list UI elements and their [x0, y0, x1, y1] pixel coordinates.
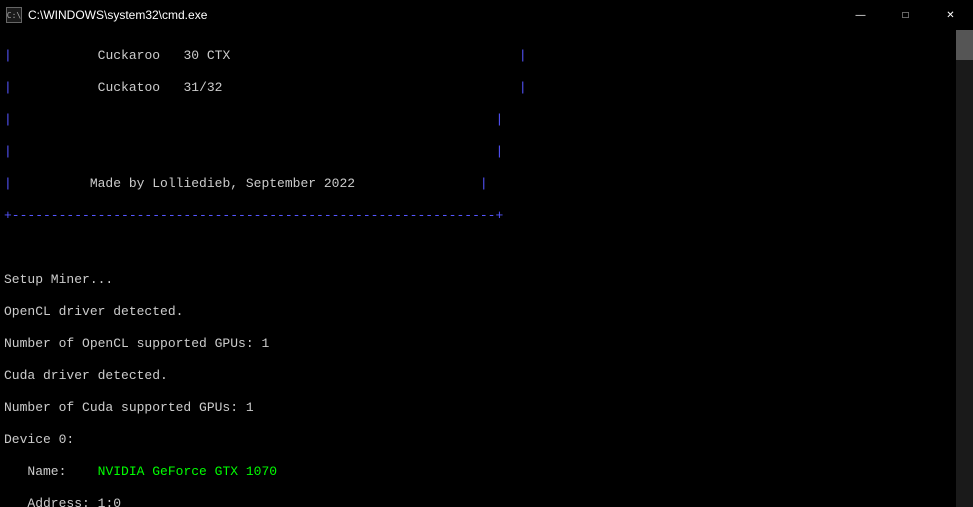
scrollbar-thumb[interactable]	[956, 30, 973, 60]
terminal-output[interactable]: | Cuckaroo 30 CTX | | Cuckatoo 31/32 | |…	[0, 30, 956, 507]
window-controls: — □ ✕	[838, 0, 973, 30]
device-header: Device 0:	[4, 432, 952, 448]
scrollbar-track[interactable]	[956, 30, 973, 507]
cuda-gpu-count: Number of Cuda supported GPUs: 1	[4, 400, 952, 416]
opencl-gpu-count: Number of OpenCL supported GPUs: 1	[4, 336, 952, 352]
terminal-wrapper: | Cuckaroo 30 CTX | | Cuckatoo 31/32 | |…	[0, 30, 973, 507]
opencl-detected: OpenCL driver detected.	[4, 304, 952, 320]
setup-header: Setup Miner...	[4, 272, 952, 288]
titlebar: C:\ C:\WINDOWS\system32\cmd.exe — □ ✕	[0, 0, 973, 30]
algo-name: Cuckaroo	[98, 48, 160, 63]
address-label: Address:	[27, 496, 89, 507]
cmd-icon: C:\	[6, 7, 22, 23]
name-label: Name:	[27, 464, 66, 479]
algo-version: 31/32	[183, 80, 222, 95]
credit-text: Made by Lolliedieb, September 2022	[90, 176, 355, 191]
gpu-name: NVIDIA GeForce GTX 1070	[98, 464, 277, 479]
address-value: 1:0	[98, 496, 121, 507]
banner-divider: +---------------------------------------…	[4, 208, 952, 224]
close-button[interactable]: ✕	[928, 0, 973, 30]
algo-name: Cuckatoo	[98, 80, 160, 95]
window-title: C:\WINDOWS\system32\cmd.exe	[28, 8, 838, 22]
cuda-detected: Cuda driver detected.	[4, 368, 952, 384]
minimize-button[interactable]: —	[838, 0, 883, 30]
algo-version: 30 CTX	[183, 48, 230, 63]
maximize-button[interactable]: □	[883, 0, 928, 30]
